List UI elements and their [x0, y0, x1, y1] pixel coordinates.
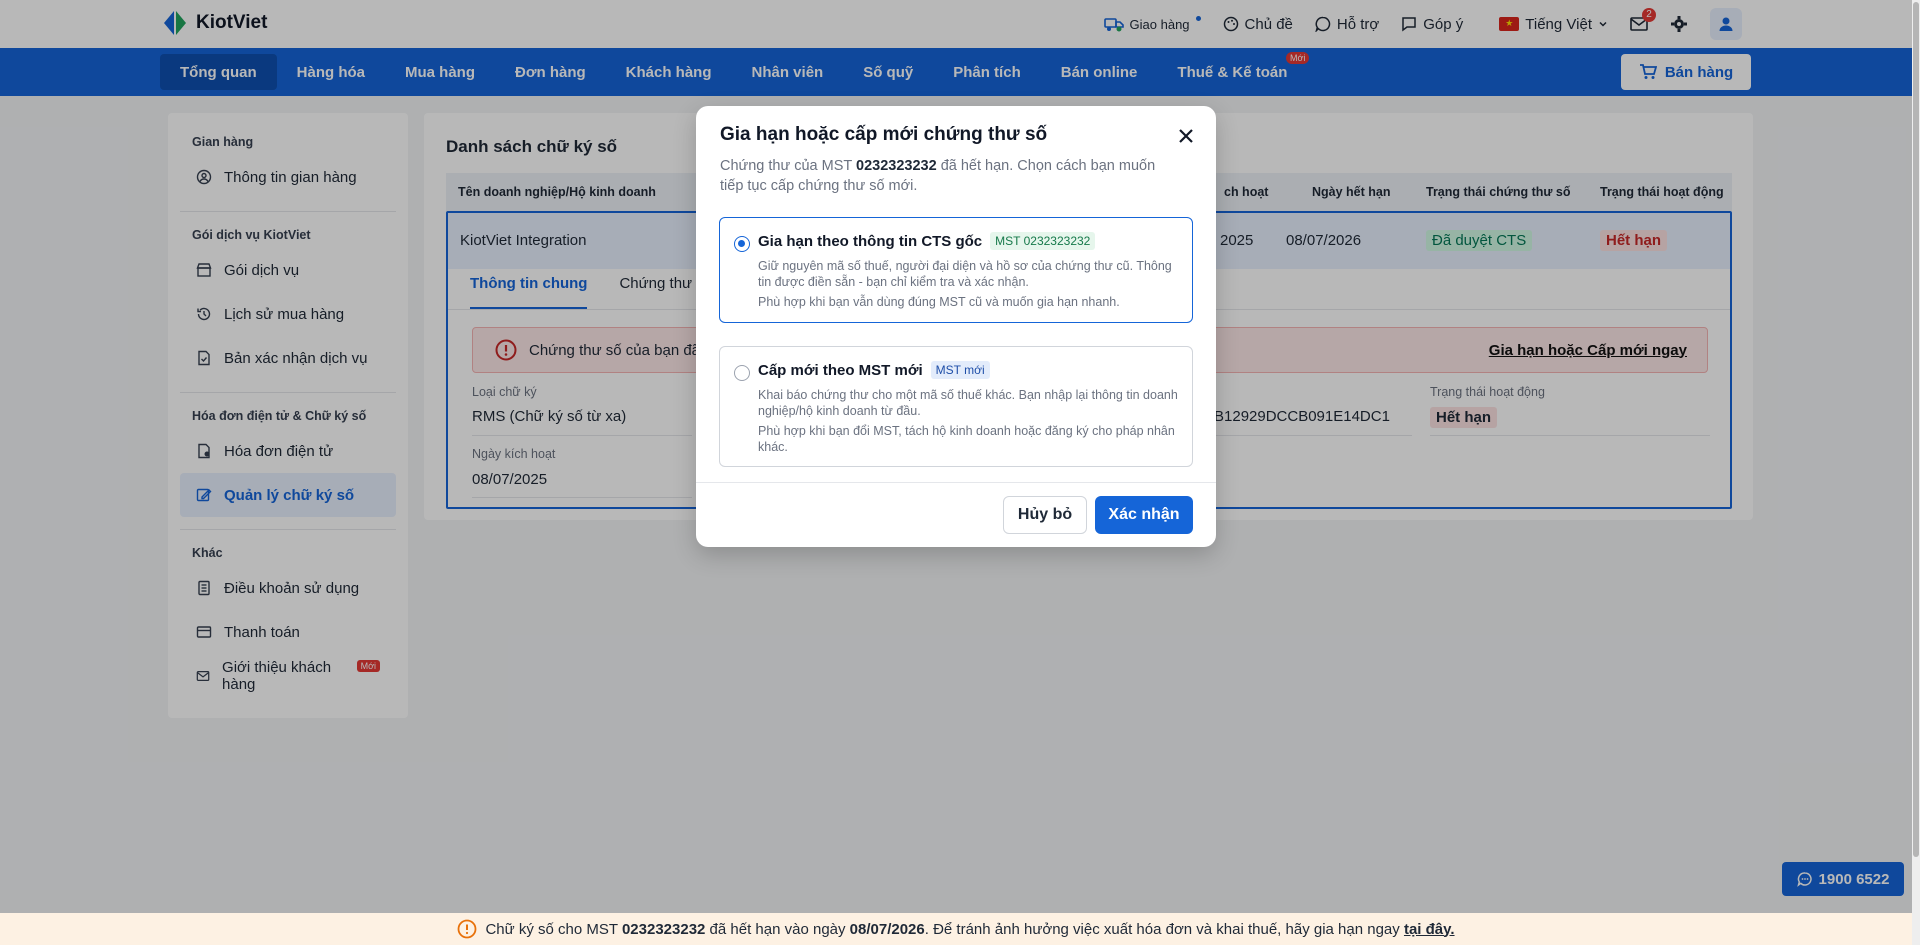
- subtitle-prefix: Chứng thư của MST: [720, 158, 857, 174]
- banner-middle: đã hết hạn vào ngày: [705, 920, 850, 938]
- radio-renew-original[interactable]: [734, 236, 750, 252]
- option-renew-title: Gia hạn theo thông tin CTS gốc: [758, 232, 983, 250]
- option-title: Cấp mới theo MST mới MST mới: [758, 361, 1178, 379]
- dialog-footer-divider: [696, 482, 1216, 483]
- mst-chip: MST 0232323232: [990, 232, 1096, 250]
- option-renew-desc: Giữ nguyên mã số thuế, người đại diện và…: [758, 259, 1172, 289]
- banner-mst: 0232323232: [621, 920, 706, 938]
- banner-text: Chữ ký số cho MST 0232323232 đã hết hạn …: [485, 921, 1454, 938]
- option-new-title: Cấp mới theo MST mới: [758, 361, 923, 379]
- banner-renew-link[interactable]: tại đây.: [1404, 921, 1455, 938]
- radio-new-mst[interactable]: [734, 365, 750, 381]
- dialog-title: Gia hạn hoặc cấp mới chứng thư số: [720, 124, 1048, 145]
- subtitle-mst: 0232323232: [856, 158, 937, 174]
- banner-prefix: Chữ ký số cho MST: [485, 920, 622, 938]
- warning-circle-icon: [458, 919, 477, 939]
- close-button[interactable]: [1178, 128, 1194, 144]
- option-new-desc: Khai báo chứng thư cho một mã số thuế kh…: [758, 388, 1178, 418]
- close-icon: [1179, 129, 1193, 143]
- confirm-button[interactable]: Xác nhận: [1095, 496, 1193, 534]
- option-renew-note: Phù hợp khi bạn vẫn dùng đúng MST cũ và …: [758, 295, 1120, 309]
- option-new-note: Phù hợp khi bạn đổi MST, tách hộ kinh do…: [758, 424, 1175, 454]
- banner-suffix: . Để tránh ảnh hưởng việc xuất hóa đơn v…: [924, 920, 1404, 938]
- option-title: Gia hạn theo thông tin CTS gốc MST 02323…: [758, 232, 1178, 250]
- option-new-mst[interactable]: Cấp mới theo MST mới MST mới Khai báo ch…: [719, 346, 1193, 467]
- renew-certificate-dialog: Gia hạn hoặc cấp mới chứng thư số Chứng …: [696, 106, 1216, 547]
- dialog-subtitle: Chứng thư của MST 0232323232 đã hết hạn.…: [720, 156, 1180, 196]
- new-mst-chip: MST mới: [930, 361, 990, 379]
- scrollbar-thumb[interactable]: [1913, 2, 1919, 857]
- option-renew-original[interactable]: Gia hạn theo thông tin CTS gốc MST 02323…: [719, 217, 1193, 323]
- expiry-banner: Chữ ký số cho MST 0232323232 đã hết hạn …: [0, 913, 1912, 945]
- banner-date: 08/07/2026: [849, 920, 925, 938]
- cancel-button[interactable]: Hủy bỏ: [1003, 496, 1087, 534]
